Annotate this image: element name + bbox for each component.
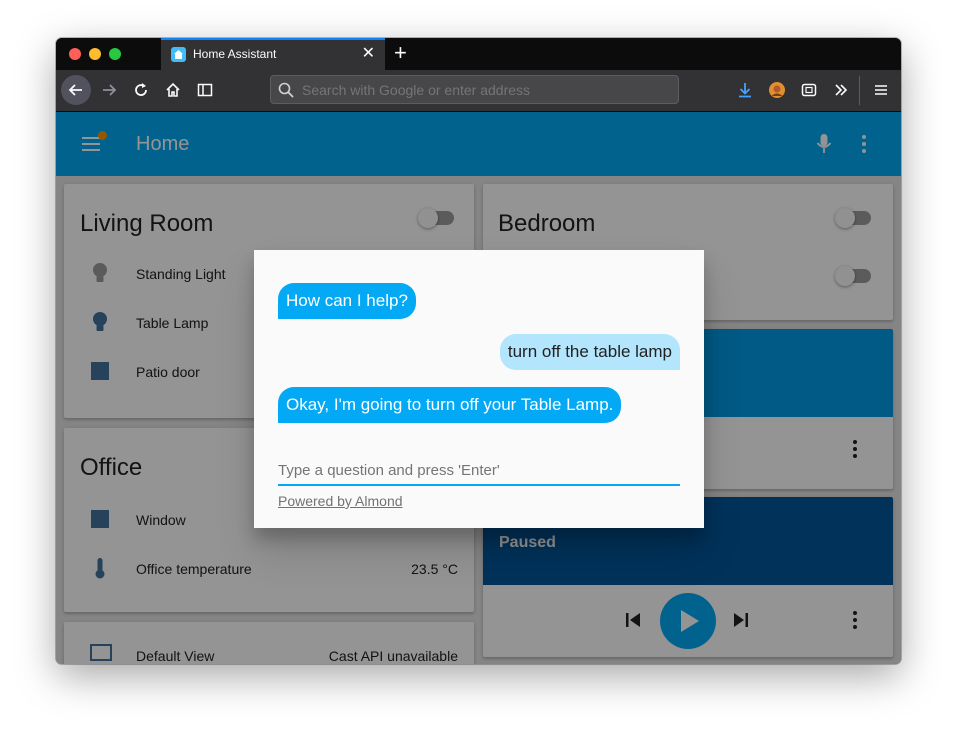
minimize-window-button[interactable] xyxy=(89,48,101,60)
toolbar-separator xyxy=(859,76,860,105)
hamburger-icon xyxy=(875,85,887,95)
reload-button[interactable] xyxy=(126,75,156,105)
back-button[interactable] xyxy=(61,75,91,105)
arrow-left-icon xyxy=(68,84,82,96)
search-icon xyxy=(278,82,294,98)
address-input[interactable] xyxy=(302,82,662,98)
tab-strip: Home Assistant ✕ + xyxy=(56,38,901,70)
maximize-window-button[interactable] xyxy=(109,48,121,60)
arrow-right-icon xyxy=(103,84,117,96)
question-input[interactable] xyxy=(278,456,680,486)
address-bar[interactable] xyxy=(270,75,679,104)
account-button[interactable] xyxy=(762,75,792,105)
close-window-button[interactable] xyxy=(69,48,81,60)
tab-title: Home Assistant xyxy=(193,47,277,61)
avatar-icon xyxy=(769,82,785,98)
home-button[interactable] xyxy=(158,75,188,105)
app-menu-button[interactable] xyxy=(866,75,896,105)
new-tab-button[interactable]: + xyxy=(394,40,407,66)
home-icon xyxy=(166,82,180,97)
download-icon xyxy=(739,83,751,98)
screenshot-extension-icon xyxy=(801,83,817,97)
navigation-toolbar xyxy=(56,70,901,112)
forward-button[interactable] xyxy=(94,75,124,105)
tab-home-assistant[interactable]: Home Assistant ✕ xyxy=(161,38,385,70)
agent-message: How can I help? xyxy=(278,283,416,319)
home-assistant-favicon-icon xyxy=(171,47,186,62)
overflow-button[interactable] xyxy=(826,75,856,105)
reload-icon xyxy=(135,83,147,96)
sidebar-icon xyxy=(197,83,213,97)
extension-button[interactable] xyxy=(794,75,824,105)
sidebar-toggle-button[interactable] xyxy=(190,75,220,105)
chevron-double-right-icon xyxy=(835,84,848,96)
powered-by-link[interactable]: Powered by Almond xyxy=(278,493,403,509)
close-tab-icon[interactable]: ✕ xyxy=(362,44,375,64)
downloads-button[interactable] xyxy=(730,75,760,105)
conversation-dialog: How can I help? turn off the table lamp … xyxy=(254,250,704,528)
agent-message: Okay, I'm going to turn off your Table L… xyxy=(278,387,622,423)
user-message: turn off the table lamp xyxy=(499,334,680,370)
